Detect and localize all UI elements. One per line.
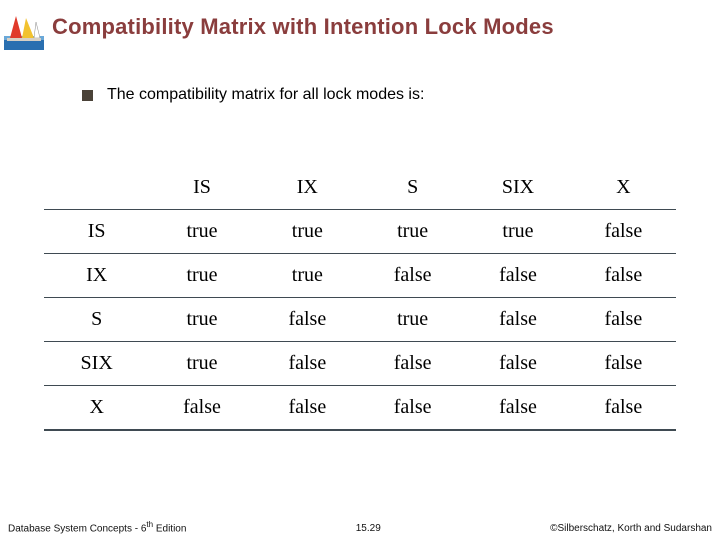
col-header: IS (149, 166, 254, 210)
col-header: IX (255, 166, 360, 210)
corner-cell (44, 166, 149, 210)
cell: false (360, 342, 465, 386)
cell: true (149, 342, 254, 386)
cell: true (255, 254, 360, 298)
cell: true (149, 298, 254, 342)
slide-body: The compatibility matrix for all lock mo… (0, 86, 720, 104)
compatibility-matrix: IS IX S SIX X IS true true true true fal… (44, 166, 676, 431)
col-header: S (360, 166, 465, 210)
table-row: SIX true false false false false (44, 342, 676, 386)
footer-right: ©Silberschatz, Korth and Sudarshan (550, 523, 712, 534)
cell: false (465, 298, 570, 342)
table-row: IX true true false false false (44, 254, 676, 298)
slide-title: Compatibility Matrix with Intention Lock… (52, 14, 712, 40)
col-header: SIX (465, 166, 570, 210)
compatibility-table: IS IX S SIX X IS true true true true fal… (44, 166, 676, 431)
footer-left-prefix: Database System Concepts - 6 (8, 523, 146, 534)
cell: true (149, 210, 254, 254)
row-header: IX (44, 254, 149, 298)
cell: false (255, 298, 360, 342)
cell: false (571, 386, 676, 431)
cell: false (149, 386, 254, 431)
table-header-row: IS IX S SIX X (44, 166, 676, 210)
cell: false (360, 386, 465, 431)
cell: false (571, 254, 676, 298)
footer-left: Database System Concepts - 6th Edition (8, 520, 186, 534)
cell: true (255, 210, 360, 254)
row-header: X (44, 386, 149, 431)
cell: false (571, 298, 676, 342)
col-header: X (571, 166, 676, 210)
cell: false (571, 210, 676, 254)
slide-logo (4, 12, 44, 50)
cell: false (465, 254, 570, 298)
cell: false (255, 342, 360, 386)
cell: true (360, 298, 465, 342)
cell: true (149, 254, 254, 298)
cell: true (465, 210, 570, 254)
row-header: SIX (44, 342, 149, 386)
cell: true (360, 210, 465, 254)
row-header: S (44, 298, 149, 342)
slide-footer: Database System Concepts - 6th Edition 1… (8, 520, 712, 534)
bullet-text: The compatibility matrix for all lock mo… (107, 86, 424, 104)
cell: false (465, 386, 570, 431)
bullet-item: The compatibility matrix for all lock mo… (82, 86, 720, 104)
table-row: S true false true false false (44, 298, 676, 342)
cell: false (465, 342, 570, 386)
square-bullet-icon (82, 90, 93, 101)
footer-left-suffix: Edition (153, 523, 186, 534)
cell: false (360, 254, 465, 298)
cell: false (255, 386, 360, 431)
table-row: X false false false false false (44, 386, 676, 431)
footer-center: 15.29 (356, 523, 381, 534)
table-row: IS true true true true false (44, 210, 676, 254)
row-header: IS (44, 210, 149, 254)
cell: false (571, 342, 676, 386)
